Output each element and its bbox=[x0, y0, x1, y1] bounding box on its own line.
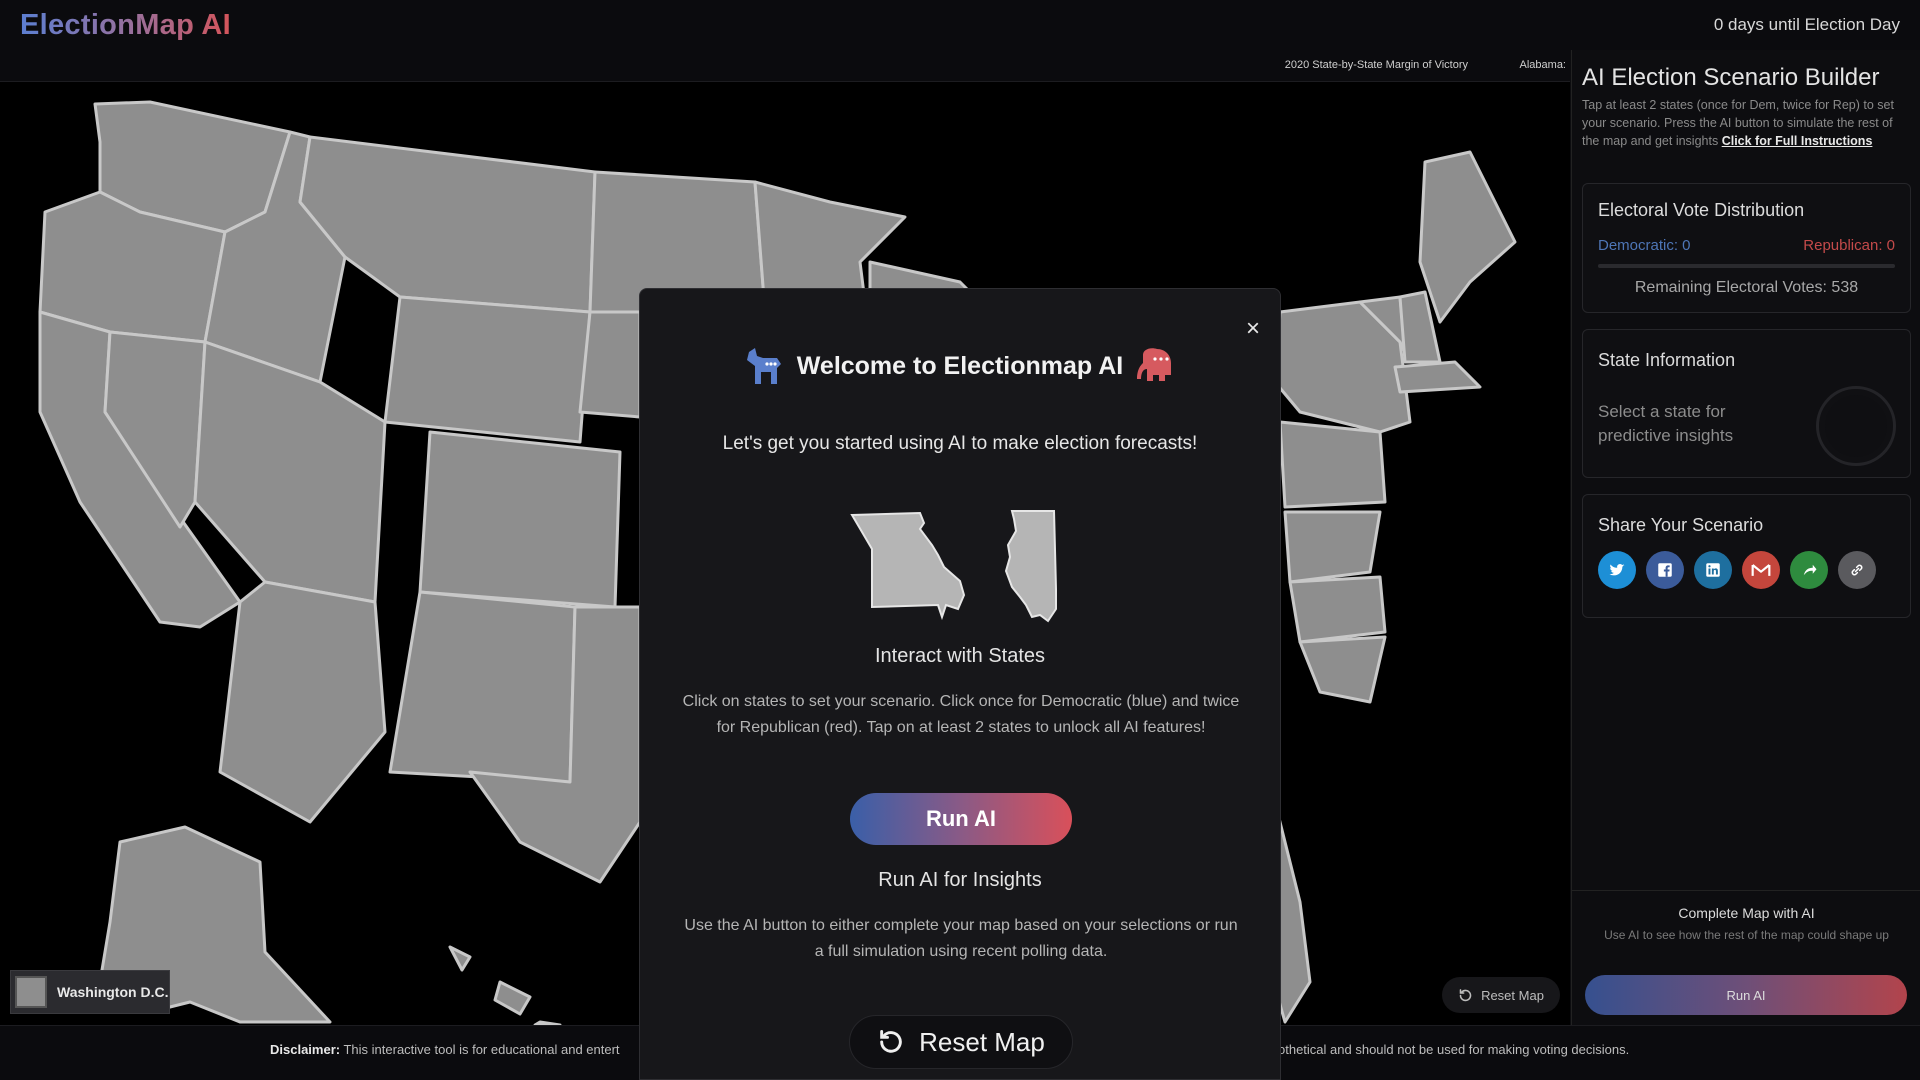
illinois-icon bbox=[1004, 510, 1057, 623]
electoral-progress-bar bbox=[1598, 264, 1895, 268]
full-instructions-link[interactable]: Click for Full Instructions bbox=[1722, 134, 1873, 148]
facebook-icon[interactable] bbox=[1646, 551, 1684, 589]
map-reset-button[interactable]: Reset Map bbox=[1442, 977, 1560, 1013]
sidebar-run-ai-button[interactable]: Run AI bbox=[1585, 975, 1907, 1015]
modal-subtitle: Let's get you started using AI to make e… bbox=[722, 433, 1198, 454]
state-utah[interactable] bbox=[193, 340, 387, 604]
modal-run-ai-button[interactable]: Run AI bbox=[850, 793, 1072, 845]
modal-header: Welcome to Electionmap AI bbox=[640, 345, 1280, 387]
share-icon[interactable] bbox=[1790, 551, 1828, 589]
state-hawaii[interactable] bbox=[448, 945, 562, 1025]
state-virginia[interactable] bbox=[1283, 510, 1382, 584]
elephant-icon bbox=[1137, 348, 1172, 381]
map-reset-label: Reset Map bbox=[1481, 987, 1544, 1003]
modal-title: Welcome to Electionmap AI bbox=[796, 351, 1124, 380]
sidebar: AI Election Scenario Builder Tap at leas… bbox=[1571, 50, 1920, 1025]
missouri-icon bbox=[850, 511, 966, 621]
state-north-carolina[interactable] bbox=[1288, 575, 1387, 644]
reset-icon bbox=[1459, 988, 1472, 1001]
state-south-dakota[interactable] bbox=[578, 310, 642, 419]
state-wyoming[interactable] bbox=[383, 295, 592, 444]
reset-icon bbox=[880, 1030, 902, 1053]
state-montana[interactable] bbox=[298, 135, 597, 314]
electoral-vote-card: Electoral Vote Distribution Democratic: … bbox=[1582, 183, 1911, 313]
twitter-icon[interactable] bbox=[1598, 551, 1636, 589]
welcome-modal: × Welcome to Electionmap AI Let's get yo… bbox=[639, 288, 1281, 1080]
interact-title: Interact with States bbox=[874, 645, 1046, 667]
link-icon[interactable] bbox=[1838, 551, 1876, 589]
app-logo[interactable]: ElectionMap AI bbox=[20, 9, 231, 42]
dc-selector[interactable]: Washington D.C. bbox=[10, 970, 170, 1014]
state-info-ring bbox=[1816, 386, 1896, 466]
dc-label: Washington D.C. bbox=[57, 984, 169, 1000]
modal-reset-label: Reset Map bbox=[919, 1026, 1045, 1057]
disclaimer-left: Disclaimer: This interactive tool is for… bbox=[270, 1042, 620, 1057]
interact-text: Click on states to set your scenario. Cl… bbox=[682, 693, 1240, 736]
republican-votes: Republican: 0 bbox=[1803, 237, 1895, 254]
linkedin-icon[interactable] bbox=[1694, 551, 1732, 589]
state-south-carolina[interactable] bbox=[1298, 635, 1387, 704]
state-colorado[interactable] bbox=[418, 430, 622, 609]
modal-reset-button[interactable]: Reset Map bbox=[849, 1015, 1073, 1069]
example-states-icon bbox=[850, 510, 1057, 623]
complete-map-description: Use AI to see how the rest of the map co… bbox=[1604, 928, 1889, 942]
state-maine[interactable] bbox=[1418, 150, 1517, 324]
state-massachusetts[interactable] bbox=[1393, 360, 1482, 394]
dc-swatch bbox=[15, 976, 47, 1008]
complete-map-panel: Complete Map with AI Use AI to see how t… bbox=[1572, 890, 1920, 1025]
gmail-icon[interactable] bbox=[1742, 551, 1780, 589]
sidebar-instructions: Tap at least 2 states (once for Dem, twi… bbox=[1582, 96, 1912, 150]
run-ai-title: Run AI for Insights bbox=[878, 869, 1042, 891]
share-icons bbox=[1598, 551, 1876, 589]
democratic-votes: Democratic: 0 bbox=[1598, 237, 1691, 254]
sidebar-title: AI Election Scenario Builder bbox=[1582, 64, 1880, 91]
state-new-mexico[interactable] bbox=[388, 590, 577, 784]
electoral-card-title: Electoral Vote Distribution bbox=[1598, 200, 1805, 220]
state-info-placeholder: Select a state for predictive insights bbox=[1598, 402, 1734, 445]
map-hover-state: Alabama: bbox=[1519, 59, 1566, 71]
share-card: Share Your Scenario bbox=[1582, 494, 1911, 618]
map-title: 2020 State-by-State Margin of Victory bbox=[1284, 59, 1468, 71]
donkey-icon bbox=[746, 348, 781, 384]
remaining-votes: Remaining Electoral Votes: 538 bbox=[1634, 279, 1859, 296]
close-icon[interactable]: × bbox=[1246, 317, 1260, 341]
complete-map-title: Complete Map with AI bbox=[1678, 905, 1815, 921]
share-title: Share Your Scenario bbox=[1598, 515, 1764, 535]
app-header: ElectionMap AI 0 days until Election Day bbox=[0, 0, 1920, 50]
election-countdown: 0 days until Election Day bbox=[1713, 15, 1900, 34]
state-pennsylvania[interactable] bbox=[1278, 420, 1387, 509]
map-topbar: 2020 State-by-State Margin of Victory Al… bbox=[0, 50, 1570, 82]
run-ai-text: Use the AI button to either complete you… bbox=[684, 917, 1238, 960]
disclaimer-text-left: This interactive tool is for educational… bbox=[343, 1042, 620, 1057]
state-info-card: State Information Select a state for pre… bbox=[1582, 329, 1911, 478]
disclaimer-text-right: othetical and should not be used for mak… bbox=[1278, 1042, 1630, 1057]
state-info-title: State Information bbox=[1598, 350, 1736, 370]
disclaimer-label: Disclaimer: bbox=[270, 1042, 341, 1057]
state-arizona[interactable] bbox=[218, 580, 387, 824]
